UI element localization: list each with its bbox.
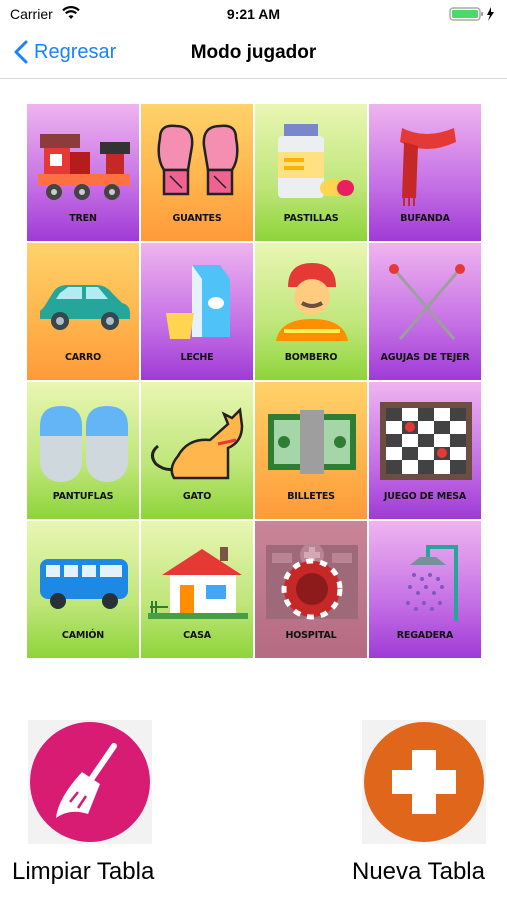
- card-label: BOMBERO: [284, 352, 338, 363]
- clock: 9:21 AM: [226, 6, 281, 22]
- card-agujas[interactable]: AGUJAS DE TEJER: [368, 242, 482, 381]
- card-label: CASA: [183, 630, 211, 641]
- plus-icon: [392, 750, 456, 814]
- card-label: REGADERA: [396, 630, 454, 641]
- navigation-bar: Regresar Modo jugador: [0, 28, 507, 79]
- card-label: TREN: [69, 213, 97, 224]
- card-label: CARRO: [64, 352, 102, 363]
- house-icon: [148, 547, 248, 619]
- boxing-gloves-icon: [157, 124, 239, 196]
- card-label: BILLETES: [287, 491, 335, 502]
- milk-icon: [166, 265, 230, 339]
- card-juego-de-mesa[interactable]: JUEGO DE MESA: [368, 381, 482, 520]
- pills-icon: [278, 124, 354, 198]
- card-hospital[interactable]: HOSPITAL: [254, 520, 368, 659]
- card-gato[interactable]: GATO: [140, 381, 254, 520]
- card-label: GATO: [182, 491, 212, 502]
- banknotes-icon: [268, 410, 356, 474]
- card-label: HOSPITAL: [285, 630, 337, 641]
- card-camion[interactable]: CAMIÓN: [26, 520, 140, 659]
- card-bombero[interactable]: BOMBERO: [254, 242, 368, 381]
- clear-board-label: Limpiar Tabla: [12, 858, 155, 885]
- new-board-button[interactable]: [362, 720, 486, 844]
- train-icon: [38, 134, 130, 200]
- card-label: PASTILLAS: [283, 213, 339, 224]
- card-label: AGUJAS DE TEJER: [380, 352, 470, 363]
- checkers-board-icon: [380, 402, 472, 480]
- shower-icon: [406, 545, 458, 621]
- firefighter-icon: [276, 263, 348, 341]
- card-regadera[interactable]: REGADERA: [368, 520, 482, 659]
- card-pastillas[interactable]: PASTILLAS: [254, 103, 368, 242]
- card-label: JUEGO DE MESA: [383, 491, 467, 502]
- card-carro[interactable]: CARRO: [26, 242, 140, 381]
- bus-icon: [40, 559, 128, 609]
- hospital-icon: [266, 543, 358, 620]
- cat-icon: [151, 407, 244, 480]
- status-bar: Carrier 9:21 AM: [0, 0, 507, 28]
- new-board-circle: [364, 722, 484, 842]
- page-title: Modo jugador: [190, 42, 317, 63]
- broom-icon: [56, 743, 117, 818]
- slippers-icon: [40, 406, 128, 482]
- card-leche[interactable]: LECHE: [140, 242, 254, 381]
- car-icon: [40, 285, 130, 330]
- new-board-label: Nueva Tabla: [352, 858, 485, 885]
- knitting-needles-icon: [389, 264, 465, 340]
- clear-board-circle: [30, 722, 150, 842]
- card-pantuflas[interactable]: PANTUFLAS: [26, 381, 140, 520]
- battery-icon: [449, 7, 494, 21]
- clear-board-button[interactable]: [28, 720, 152, 844]
- card-casa[interactable]: CASA: [140, 520, 254, 659]
- card-label: BUFANDA: [400, 213, 450, 224]
- card-guantes[interactable]: GUANTES: [140, 103, 254, 242]
- card-bufanda[interactable]: BUFANDA: [368, 103, 482, 242]
- card-label: GUANTES: [172, 213, 222, 224]
- card-tren[interactable]: TREN: [26, 103, 140, 242]
- card-label: CAMIÓN: [61, 630, 105, 641]
- scarf-icon: [400, 128, 456, 206]
- card-label: LECHE: [180, 352, 214, 363]
- card-label: PANTUFLAS: [52, 491, 114, 502]
- card-billetes[interactable]: BILLETES: [254, 381, 368, 520]
- bingo-board: TREN GUANTES PASTILLAS BUFANDA CARRO LEC…: [26, 103, 482, 659]
